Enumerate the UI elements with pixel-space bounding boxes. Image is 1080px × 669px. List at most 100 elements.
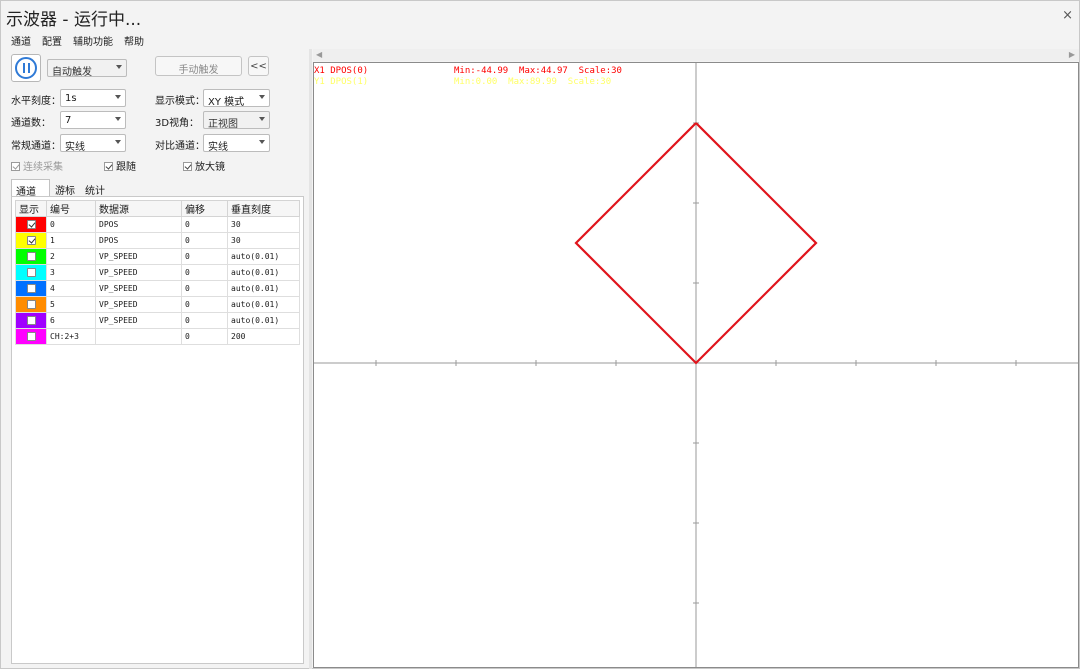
display-mode-label: 显示模式： [155,96,205,107]
channel-color-cell[interactable] [15,216,47,233]
channel-offset[interactable]: 0 [181,216,228,233]
scope-display[interactable]: X1 DPOS(0) Min:-44.99 Max:44.97 Scale:30… [313,62,1079,668]
channel-color-cell[interactable] [15,280,47,297]
col-vscale: 垂直刻度 [227,200,300,217]
channel-id[interactable]: 4 [46,280,96,297]
normal-channel-select[interactable]: 实线 [60,134,126,153]
table-row[interactable]: 5 VP_SPEED 0 auto(0.01) [15,296,300,313]
h-scale-select[interactable]: 1s [60,89,126,107]
compare-channel-select[interactable]: 实线 [203,134,270,153]
channel-source[interactable]: VP_SPEED [95,248,182,265]
follow-checkbox[interactable]: 跟随 [104,158,136,173]
channel-count-value: 7 [65,115,72,126]
channel-id[interactable]: 6 [46,312,96,329]
pause-button[interactable] [11,54,41,82]
channel-show-checkbox[interactable] [27,332,36,341]
channel-offset[interactable]: 0 [181,264,228,281]
table-row[interactable]: 1 DPOS 0 30 [15,232,300,249]
channel-offset[interactable]: 0 [181,280,228,297]
table-row[interactable]: 4 VP_SPEED 0 auto(0.01) [15,280,300,297]
channel-color-cell[interactable] [15,264,47,281]
channel-show-checkbox[interactable] [27,236,36,245]
table-row[interactable]: 2 VP_SPEED 0 auto(0.01) [15,248,300,265]
channel-vscale[interactable]: 200 [227,328,300,345]
tab-channel[interactable]: 通道号 [11,179,50,213]
channel-show-checkbox[interactable] [27,220,36,229]
channel-color-cell[interactable] [15,248,47,265]
channel-source[interactable]: VP_SPEED [95,296,182,313]
channel-source[interactable]: VP_SPEED [95,264,182,281]
channel-count-stepper[interactable]: 7 [60,111,126,129]
channel-offset[interactable]: 0 [181,312,228,329]
channel-id[interactable]: CH:2+3 [46,328,96,345]
table-row[interactable]: CH:2+3 0 200 [15,328,300,345]
view3d-value: 正视图 [208,119,238,130]
channel-offset[interactable]: 0 [181,296,228,313]
compare-channel-value: 实线 [208,142,228,153]
channel-show-checkbox[interactable] [27,284,36,293]
table-row[interactable]: 3 VP_SPEED 0 auto(0.01) [15,264,300,281]
channel-color-swatch [16,249,46,264]
channel-color-cell[interactable] [15,296,47,313]
menu-channel[interactable]: 通道 [11,33,31,48]
channel-id[interactable]: 3 [46,264,96,281]
channel-show-checkbox[interactable] [27,268,36,277]
menu-help[interactable]: 帮助 [124,33,144,48]
channel-source[interactable]: VP_SPEED [95,312,182,329]
magnifier-label: 放大镜 [195,162,225,173]
trigger-mode-select[interactable]: 自动触发 [47,59,127,78]
scroll-right-icon[interactable]: ▶ [1069,50,1075,59]
menu-config[interactable]: 配置 [42,33,62,48]
channel-show-checkbox[interactable] [27,300,36,309]
channel-source[interactable]: DPOS [95,232,182,249]
menu-tools[interactable]: 辅助功能 [73,33,113,48]
continuous-checkbox[interactable]: 连续采集 [11,158,63,173]
tab-cursor[interactable]: 游标 [51,179,79,197]
normal-channel-label: 常规通道： [11,141,61,152]
table-row[interactable]: 0 DPOS 0 30 [15,216,300,233]
close-icon[interactable]: × [1062,8,1073,23]
channel-show-checkbox[interactable] [27,252,36,261]
checkbox-icon [11,162,20,171]
chevron-down-icon [115,95,121,99]
scroll-left-icon[interactable]: ◀ [316,50,322,59]
tab-stats[interactable]: 统计 [81,179,109,197]
channel-offset[interactable]: 0 [181,328,228,345]
continuous-label: 连续采集 [23,162,63,173]
splitter[interactable] [309,49,312,669]
left-panel: 自动触发 手动触发 << 水平刻度： 1s 显示模式： XY 模式 通道数： 7… [1,49,309,669]
col-show: 显示 [15,200,47,217]
channel-vscale[interactable]: 30 [227,232,300,249]
channel-color-cell[interactable] [15,232,47,249]
magnifier-checkbox[interactable]: 放大镜 [183,158,225,173]
channel-vscale[interactable]: 30 [227,216,300,233]
channel-id[interactable]: 5 [46,296,96,313]
channel-id[interactable]: 1 [46,232,96,249]
table-row[interactable]: 6 VP_SPEED 0 auto(0.01) [15,312,300,329]
channel-color-cell[interactable] [15,328,47,345]
follow-label: 跟随 [116,162,136,173]
channel-vscale[interactable]: auto(0.01) [227,264,300,281]
channel-offset[interactable]: 0 [181,248,228,265]
display-mode-value: XY 模式 [208,97,245,108]
pause-icon [15,57,37,79]
channel-vscale[interactable]: auto(0.01) [227,296,300,313]
channel-offset[interactable]: 0 [181,232,228,249]
scope-scroll-strip: ◀ ▶ [313,49,1079,61]
channel-source[interactable] [95,328,182,345]
channel-color-cell[interactable] [15,312,47,329]
channel-vscale[interactable]: auto(0.01) [227,248,300,265]
collapse-button[interactable]: << [248,56,269,76]
channel-source[interactable]: VP_SPEED [95,280,182,297]
channel-vscale[interactable]: auto(0.01) [227,280,300,297]
channel-id[interactable]: 2 [46,248,96,265]
manual-trigger-button[interactable]: 手动触发 [155,56,242,76]
h-scale-label: 水平刻度： [11,96,61,107]
channel-id[interactable]: 0 [46,216,96,233]
display-mode-select[interactable]: XY 模式 [203,89,270,108]
channel-source[interactable]: DPOS [95,216,182,233]
channel-color-swatch [16,329,46,344]
channel-show-checkbox[interactable] [27,316,36,325]
channel-vscale[interactable]: auto(0.01) [227,312,300,329]
view3d-select[interactable]: 正视图 [203,111,270,130]
